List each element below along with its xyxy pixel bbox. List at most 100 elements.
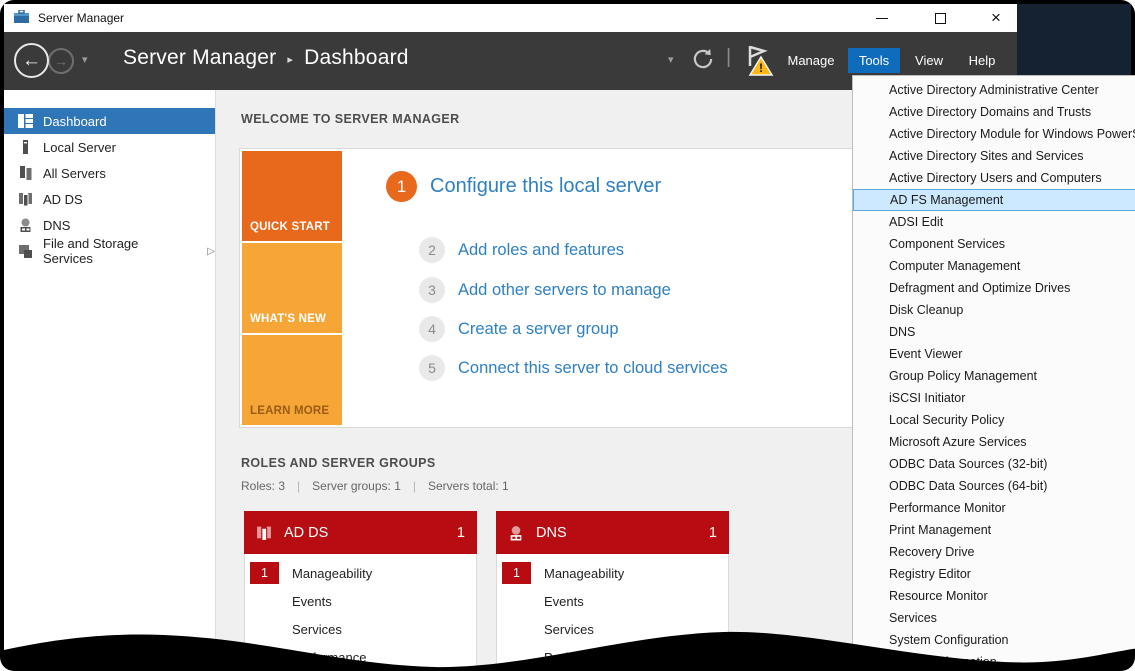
step-number-badge: 5	[419, 355, 445, 381]
welcome-panel: QUICK START WHAT'S NEW LEARN MORE 1 Conf…	[239, 148, 855, 428]
tools-menu-item-defragment-optimize[interactable]: Defragment and Optimize Drives	[853, 277, 1135, 299]
forward-button[interactable]: →	[48, 48, 74, 74]
screenshot-frame: Server Manager × ← → ▾ Server Manager ▸ …	[0, 0, 1135, 671]
sidebar-item-all-servers[interactable]: All Servers	[4, 160, 215, 186]
tile-row-manageability[interactable]: 1 Manageability	[497, 559, 728, 587]
tools-menu-item-adsi-edit[interactable]: ADSI Edit	[853, 211, 1135, 233]
tools-menu-item-ad-administrative-center[interactable]: Active Directory Administrative Center	[853, 79, 1135, 101]
breadcrumb-root[interactable]: Server Manager	[123, 46, 276, 70]
tile-server-count: 1	[457, 525, 465, 541]
welcome-section-title: WELCOME TO SERVER MANAGER	[241, 112, 460, 126]
tile-ad-ds-header[interactable]: AD DS 1	[244, 511, 477, 554]
tools-menu-item-services[interactable]: Services	[853, 607, 1135, 629]
step-link[interactable]: Create a server group	[458, 320, 619, 339]
tile-dns: DNS 1 1 Manageability Events Services	[496, 511, 729, 671]
tile-title: DNS	[536, 525, 697, 541]
dns-icon	[18, 218, 33, 232]
quick-start-tab[interactable]: QUICK START	[242, 151, 342, 241]
tile-row-label[interactable]: Services	[292, 622, 342, 637]
refresh-icon[interactable]	[690, 46, 716, 77]
alert-count-badge: 1	[250, 562, 279, 584]
maximize-icon	[935, 13, 946, 24]
sidebar-item-ad-ds[interactable]: AD DS	[4, 186, 215, 212]
step-create-server-group[interactable]: 4 Create a server group	[419, 316, 619, 342]
minimize-icon	[876, 18, 888, 19]
server-groups-count: Server groups: 1	[312, 479, 401, 493]
tools-menu-item-computer-management[interactable]: Computer Management	[853, 255, 1135, 277]
tile-ad-ds: AD DS 1 1 Manageability Events Services	[244, 511, 477, 671]
sidebar-item-label: DNS	[43, 218, 70, 233]
tile-row-manageability[interactable]: 1 Manageability	[245, 559, 476, 587]
tools-menu-item-microsoft-azure-services[interactable]: Microsoft Azure Services	[853, 431, 1135, 453]
tile-row-services[interactable]: Services	[497, 615, 728, 643]
tools-menu-item-ad-users-computers[interactable]: Active Directory Users and Computers	[853, 167, 1135, 189]
toolbar-divider: |	[726, 46, 731, 69]
tile-row-events[interactable]: Events	[497, 587, 728, 615]
history-chevron-down-icon[interactable]: ▾	[82, 53, 88, 66]
maximize-button[interactable]	[920, 4, 960, 32]
tools-menu-item-dns[interactable]: DNS	[853, 321, 1135, 343]
tools-dropdown-menu: Active Directory Administrative Center A…	[852, 75, 1135, 671]
tools-menu-item-system-information[interactable]: System Information	[853, 651, 1135, 671]
step-add-roles-features[interactable]: 2 Add roles and features	[419, 237, 624, 263]
step-link[interactable]: Add other servers to manage	[458, 281, 671, 300]
title-bar[interactable]: Server Manager ×	[4, 4, 1017, 32]
servers-chevron-down-icon[interactable]: ▾	[668, 53, 674, 66]
learn-more-tab[interactable]: LEARN MORE	[242, 335, 342, 425]
sidebar-item-local-server[interactable]: Local Server	[4, 134, 215, 160]
tools-menu-item-ad-fs-management[interactable]: AD FS Management	[853, 189, 1135, 211]
tile-row-services[interactable]: Services	[245, 615, 476, 643]
back-button[interactable]: ←	[14, 43, 49, 78]
minimize-button[interactable]	[862, 4, 902, 32]
learn-more-label: LEARN MORE	[250, 405, 329, 417]
tools-menu-item-event-viewer[interactable]: Event Viewer	[853, 343, 1135, 365]
tools-menu-item-odbc-32[interactable]: ODBC Data Sources (32-bit)	[853, 453, 1135, 475]
tools-menu-item-iscsi-initiator[interactable]: iSCSI Initiator	[853, 387, 1135, 409]
whats-new-tab[interactable]: WHAT'S NEW	[242, 243, 342, 333]
tile-row-label[interactable]: Services	[544, 622, 594, 637]
tools-menu-item-recovery-drive[interactable]: Recovery Drive	[853, 541, 1135, 563]
tools-menu-item-performance-monitor[interactable]: Performance Monitor	[853, 497, 1135, 519]
tools-menu-item-odbc-64[interactable]: ODBC Data Sources (64-bit)	[853, 475, 1135, 497]
svg-text:!: !	[759, 61, 763, 75]
menu-view[interactable]: View	[905, 48, 953, 73]
sidebar-item-dns[interactable]: DNS	[4, 212, 215, 238]
tools-menu-item-ad-sites-services[interactable]: Active Directory Sites and Services	[853, 145, 1135, 167]
sidebar-item-dashboard[interactable]: Dashboard	[4, 108, 215, 134]
tools-menu-item-disk-cleanup[interactable]: Disk Cleanup	[853, 299, 1135, 321]
tile-row-label[interactable]: Events	[544, 594, 584, 609]
step-add-other-servers[interactable]: 3 Add other servers to manage	[419, 277, 671, 303]
menu-help[interactable]: Help	[958, 48, 1006, 73]
step-link[interactable]: Connect this server to cloud services	[458, 359, 728, 378]
step-link[interactable]: Add roles and features	[458, 241, 624, 260]
tools-menu-item-resource-monitor[interactable]: Resource Monitor	[853, 585, 1135, 607]
expand-arrow-icon[interactable]: ▷	[207, 246, 215, 257]
tools-menu-item-print-management[interactable]: Print Management	[853, 519, 1135, 541]
tile-row-label[interactable]: Manageability	[544, 566, 624, 581]
sidebar-item-file-storage-services[interactable]: File and Storage Services ▷	[4, 238, 215, 264]
notifications-flag-icon[interactable]: !	[742, 44, 778, 83]
whats-new-label: WHAT'S NEW	[250, 313, 326, 325]
close-button[interactable]: ×	[976, 4, 1016, 32]
tools-menu-item-local-security-policy[interactable]: Local Security Policy	[853, 409, 1135, 431]
step-connect-cloud-services[interactable]: 5 Connect this server to cloud services	[419, 355, 728, 381]
tile-row-label[interactable]: Manageability	[292, 566, 372, 581]
tools-menu-item-system-configuration[interactable]: System Configuration	[853, 629, 1135, 651]
tools-menu-item-component-services[interactable]: Component Services	[853, 233, 1135, 255]
tile-row-label[interactable]: Performance	[292, 650, 366, 665]
tile-dns-header[interactable]: DNS 1	[496, 511, 729, 554]
tile-row-events[interactable]: Events	[245, 587, 476, 615]
step-link[interactable]: Configure this local server	[430, 175, 661, 198]
breadcrumb-current[interactable]: Dashboard	[304, 46, 409, 70]
tile-row-performance[interactable]: Performance	[497, 643, 728, 671]
tile-row-performance[interactable]: Performance	[245, 643, 476, 671]
tile-row-label[interactable]: Performance	[544, 650, 618, 665]
step-configure-local-server[interactable]: 1 Configure this local server	[386, 171, 661, 202]
tools-menu-item-registry-editor[interactable]: Registry Editor	[853, 563, 1135, 585]
menu-manage[interactable]: Manage	[783, 48, 839, 73]
tile-row-label[interactable]: Events	[292, 594, 332, 609]
tools-menu-item-ad-domains-trusts[interactable]: Active Directory Domains and Trusts	[853, 101, 1135, 123]
tools-menu-item-group-policy[interactable]: Group Policy Management	[853, 365, 1135, 387]
menu-tools[interactable]: Tools	[848, 48, 900, 73]
tools-menu-item-ad-module-powershell[interactable]: Active Directory Module for Windows Powe…	[853, 123, 1135, 145]
